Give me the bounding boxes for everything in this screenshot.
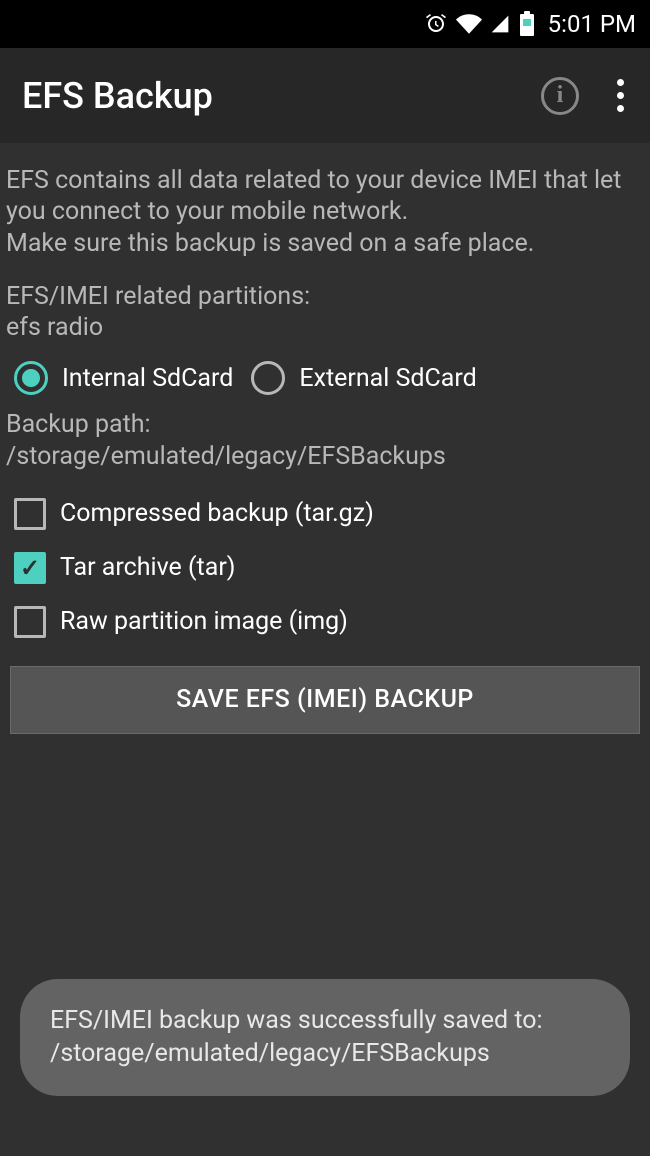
- path-label: Backup path:: [6, 409, 644, 440]
- signal-icon: [490, 14, 510, 34]
- radio-internal-sdcard[interactable]: Internal SdCard: [14, 361, 233, 395]
- app-title: EFS Backup: [22, 75, 213, 117]
- checkbox-icon: [14, 498, 46, 530]
- checkbox-icon: ✓: [14, 552, 46, 584]
- wifi-icon: [456, 11, 482, 37]
- alarm-icon: [424, 12, 448, 36]
- toast-line1: EFS/IMEI backup was successfully saved t…: [50, 1005, 600, 1038]
- app-header: EFS Backup i: [0, 48, 650, 143]
- status-bar: 5:01 PM: [0, 0, 650, 48]
- content-area: EFS contains all data related to your de…: [0, 143, 650, 1156]
- radio-button-icon: [14, 361, 48, 395]
- save-backup-button[interactable]: SAVE EFS (IMEI) BACKUP: [10, 666, 640, 734]
- radio-button-icon: [251, 361, 285, 395]
- checkbox-label: Compressed backup (tar.gz): [60, 499, 374, 528]
- partitions-value: efs radio: [6, 312, 644, 343]
- toast-notification: EFS/IMEI backup was successfully saved t…: [20, 979, 630, 1096]
- checkbox-tar-archive[interactable]: ✓ Tar archive (tar): [14, 552, 644, 584]
- overflow-menu-icon[interactable]: [609, 75, 632, 116]
- partitions-section: EFS/IMEI related partitions: efs radio: [6, 281, 644, 344]
- checkbox-label: Raw partition image (img): [60, 607, 348, 636]
- status-time: 5:01 PM: [548, 10, 636, 38]
- header-actions: i: [541, 75, 632, 116]
- format-checkbox-group: Compressed backup (tar.gz) ✓ Tar archive…: [6, 498, 644, 638]
- toast-line2: /storage/emulated/legacy/EFSBackups: [50, 1038, 600, 1071]
- description-text: EFS contains all data related to your de…: [6, 165, 644, 259]
- radio-external-sdcard[interactable]: External SdCard: [251, 361, 476, 395]
- partitions-label: EFS/IMEI related partitions:: [6, 281, 644, 312]
- radio-label: External SdCard: [299, 364, 476, 393]
- status-icons: 5:01 PM: [424, 10, 636, 38]
- checkbox-label: Tar archive (tar): [60, 553, 236, 582]
- info-icon[interactable]: i: [541, 77, 579, 115]
- checkbox-icon: [14, 606, 46, 638]
- battery-icon: [518, 11, 536, 37]
- storage-radio-group: Internal SdCard External SdCard: [6, 361, 644, 395]
- checkbox-compressed-backup[interactable]: Compressed backup (tar.gz): [14, 498, 644, 530]
- backup-path-section: Backup path: /storage/emulated/legacy/EF…: [6, 409, 644, 472]
- checkbox-raw-partition[interactable]: Raw partition image (img): [14, 606, 644, 638]
- path-value: /storage/emulated/legacy/EFSBackups: [6, 441, 644, 472]
- radio-label: Internal SdCard: [62, 364, 233, 393]
